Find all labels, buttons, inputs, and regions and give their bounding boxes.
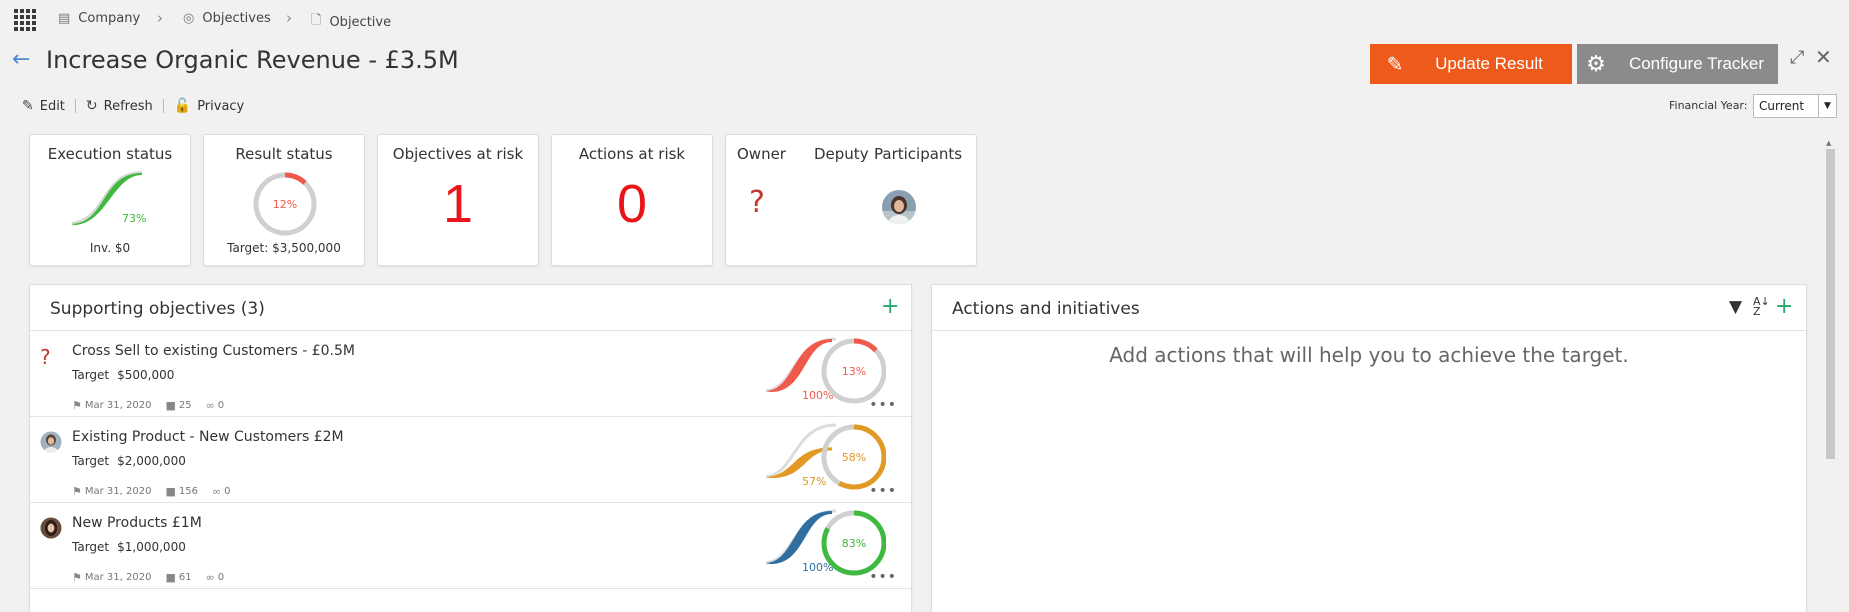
configure-tracker-button[interactable]: ⚙ Configure Tracker — [1577, 44, 1778, 84]
privacy-button[interactable]: 🔓 Privacy — [174, 98, 245, 114]
sort-icon[interactable]: A↓ Z — [1753, 296, 1770, 317]
panel-header: Supporting objectives (3) + — [30, 285, 911, 331]
objective-gauges: 100%83% — [766, 509, 886, 576]
owner-label: Owner — [737, 145, 786, 163]
result-percent: 58% — [842, 451, 866, 464]
objective-name[interactable]: New Products £1M — [72, 515, 202, 531]
refresh-button[interactable]: ↻ Refresh — [86, 98, 153, 114]
flag-icon: ⚑ — [72, 399, 82, 412]
result-percent: 13% — [842, 365, 866, 378]
supporting-objectives-panel: Supporting objectives (3) + ? Cross Sell… — [29, 284, 912, 612]
objective-row[interactable]: ? Cross Sell to existing Customers - £0.… — [30, 331, 911, 417]
objective-name[interactable]: Existing Product - New Customers £2M — [72, 429, 344, 445]
toolbar-divider — [74, 99, 76, 113]
add-objective-icon[interactable]: + — [881, 294, 899, 319]
participant-avatar[interactable] — [881, 189, 917, 225]
objective-gauges: 100%13% — [766, 337, 886, 404]
objective-target: Target $2,000,000 — [72, 454, 186, 468]
result-gauge: 12% — [253, 172, 317, 236]
objective-target: Target $1,000,000 — [72, 540, 186, 554]
gear-icon: ⚙ — [1586, 51, 1606, 76]
more-options-icon[interactable]: ••• — [869, 569, 897, 585]
breadcrumb-objectives[interactable]: ◎ Objectives — [183, 11, 271, 26]
breadcrumb-company[interactable]: ▤ Company — [58, 11, 140, 26]
participants-label: Participants — [874, 145, 963, 163]
comment-icon: ■ — [165, 485, 176, 498]
flag-icon: ⚑ — [72, 571, 82, 584]
pencil-icon: ✎ — [22, 98, 34, 114]
actions-at-risk-card[interactable]: Actions at risk 0 — [551, 134, 713, 266]
expand-icon[interactable]: ⤢ — [1790, 47, 1804, 68]
execution-percent: 73% — [122, 212, 146, 225]
breadcrumb-objective[interactable]: 🗋 Objective — [311, 11, 391, 33]
scrollbar-thumb[interactable] — [1826, 149, 1835, 459]
toolbar: ✎ Edit ↻ Refresh 🔓 Privacy — [22, 98, 244, 114]
breadcrumb-separator: › — [157, 9, 163, 27]
result-status-card[interactable]: Result status 12% Target: $3,500,000 — [203, 134, 365, 266]
chevron-down-icon: ▼ — [1818, 95, 1836, 117]
paperclip-icon: ∞ — [205, 399, 215, 412]
owner-unknown-icon: ? — [40, 345, 51, 369]
page-title: Increase Organic Revenue - £3.5M — [46, 46, 459, 74]
more-options-icon[interactable]: ••• — [869, 483, 897, 499]
execution-percent: 57% — [802, 475, 826, 488]
comment-icon: ■ — [165, 571, 176, 584]
scrollbar[interactable]: ▲ — [1823, 139, 1837, 612]
refresh-icon: ↻ — [85, 98, 98, 114]
panel-header: Actions and initiatives ▼ A↓ Z + — [932, 285, 1806, 331]
document-icon: 🗋 — [311, 13, 322, 28]
app-grid-icon[interactable] — [14, 9, 36, 31]
actions-panel: Actions and initiatives ▼ A↓ Z + Add acti… — [931, 284, 1807, 612]
add-action-icon[interactable]: + — [1775, 294, 1793, 319]
edit-button[interactable]: ✎ Edit — [22, 98, 65, 114]
top-bar: ▤ Company › ◎ Objectives › 🗋 Objective — [0, 0, 1849, 38]
objective-target: Target $500,000 — [72, 368, 175, 382]
financial-year-label: Financial Year: — [1669, 99, 1748, 112]
pencil-icon: ✎ — [1386, 53, 1404, 76]
actions-at-risk-count: 0 — [616, 174, 648, 234]
execution-gauge: 73% — [71, 171, 146, 226]
objectives-at-risk-count: 1 — [442, 174, 474, 234]
objectives-icon: ◎ — [183, 11, 195, 26]
filter-icon[interactable]: ▼ — [1729, 297, 1742, 317]
objective-row[interactable]: Existing Product - New Customers £2M Tar… — [30, 417, 911, 503]
paperclip-icon: ∞ — [205, 571, 215, 584]
objective-row[interactable]: New Products £1M Target $1,000,000 ⚑ Mar 3… — [30, 503, 911, 589]
objectives-at-risk-card[interactable]: Objectives at risk 1 — [377, 134, 539, 266]
owner-avatar — [40, 431, 62, 453]
paperclip-icon: ∞ — [211, 485, 222, 498]
objective-meta: ⚑ Mar 31, 2020 ■ 25 ∞ 0 — [72, 399, 225, 412]
result-percent: 83% — [842, 537, 866, 550]
people-card: Owner Deputy Participants ? — [725, 134, 977, 266]
back-arrow-icon[interactable]: ← — [12, 47, 30, 72]
financial-year-select[interactable]: Current ▼ — [1753, 94, 1837, 118]
empty-state-message: Add actions that will help you to achiev… — [1109, 343, 1629, 367]
deputy-label: Deputy — [814, 145, 869, 163]
lock-icon: 🔓 — [173, 98, 192, 114]
objective-gauges: 57% 58% — [766, 423, 886, 490]
objective-meta: ⚑ Mar 31, 2020 ■ 61 ∞ 0 — [72, 571, 225, 584]
company-icon: ▤ — [58, 11, 71, 26]
objective-meta: ⚑ Mar 31, 2020 ■ 156 ∞ 0 — [72, 485, 231, 498]
objective-name[interactable]: Cross Sell to existing Customers - £0.5M — [72, 343, 355, 359]
close-icon[interactable]: ✕ — [1815, 45, 1832, 69]
owner-unknown-icon[interactable]: ? — [749, 185, 765, 220]
toolbar-divider — [162, 99, 164, 113]
result-percent: 12% — [273, 198, 297, 211]
breadcrumb-separator: › — [286, 9, 292, 27]
flag-icon: ⚑ — [72, 485, 82, 498]
more-options-icon[interactable]: ••• — [869, 397, 897, 413]
owner-avatar — [40, 517, 62, 539]
update-result-button[interactable]: ✎ Update Result — [1370, 44, 1572, 84]
comment-icon: ■ — [165, 399, 176, 412]
scroll-up-icon[interactable]: ▲ — [1826, 139, 1831, 147]
execution-status-card[interactable]: Execution status 73% Inv. $0 — [29, 134, 191, 266]
